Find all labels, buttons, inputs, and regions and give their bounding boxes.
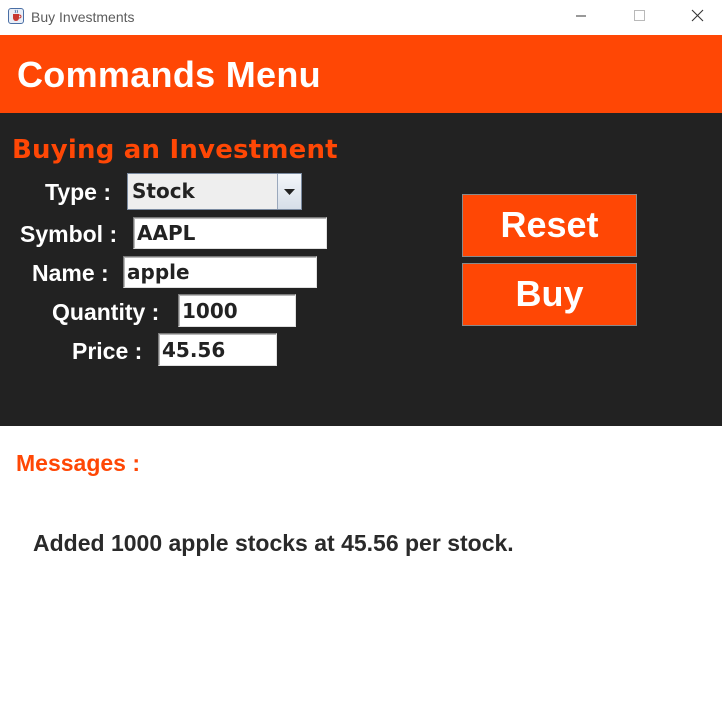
messages-label: Messages : [16, 450, 141, 476]
java-cup-icon [8, 8, 24, 24]
buy-button[interactable]: Buy [462, 263, 637, 326]
window-title: Buy Investments [31, 9, 135, 25]
message-text: Added 1000 apple stocks at 45.56 per sto… [33, 530, 514, 556]
name-input[interactable] [123, 256, 317, 288]
symbol-input[interactable] [133, 217, 327, 249]
symbol-label: Symbol : [20, 221, 118, 247]
type-select-value: Stock [132, 179, 195, 203]
reset-button[interactable]: Reset [462, 194, 637, 257]
minimize-icon [576, 15, 586, 17]
quantity-input[interactable] [178, 294, 296, 327]
maximize-icon [634, 10, 645, 21]
type-label: Type : [45, 179, 112, 205]
header-title: Commands Menu [17, 54, 321, 95]
type-select[interactable]: Stock [127, 173, 302, 210]
maximize-button[interactable] [617, 0, 663, 32]
name-label: Name : [32, 260, 109, 286]
chevron-down-icon [284, 189, 295, 195]
buy-investment-form: Buying an Investment Type : Stock Symbol… [0, 113, 722, 426]
dropdown-arrow-button[interactable] [277, 174, 301, 209]
minimize-button[interactable] [558, 0, 604, 32]
close-button[interactable] [675, 0, 721, 32]
quantity-label: Quantity : [52, 299, 160, 325]
close-icon [691, 9, 704, 22]
window-titlebar: Buy Investments [0, 0, 722, 35]
section-title: Buying an Investment [12, 135, 338, 165]
commands-menu-header: Commands Menu [0, 35, 722, 113]
price-input[interactable] [158, 333, 277, 366]
price-label: Price : [72, 338, 143, 364]
